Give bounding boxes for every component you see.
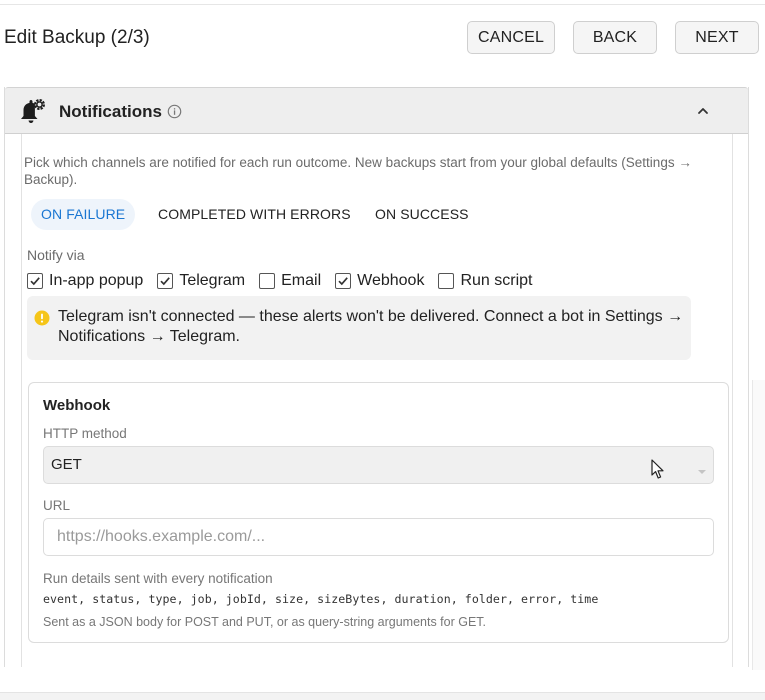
channel-label: In-app popup xyxy=(49,272,144,289)
notifications-panel-header[interactable]: Notifications xyxy=(5,87,748,134)
checkbox-checked-icon[interactable] xyxy=(27,273,43,289)
channel-in-app-popup[interactable]: In-app popup xyxy=(27,272,143,290)
checkbox-unchecked-icon[interactable] xyxy=(259,273,276,289)
body-format-note: Sent as a JSON body for POST and PUT, or… xyxy=(43,615,487,629)
cancel-button[interactable]: CANCEL xyxy=(467,21,555,54)
page-title: Edit Backup (2/3) xyxy=(4,27,150,48)
channel-label: Webhook xyxy=(357,272,425,289)
run-details-label: Run details sent with every notification xyxy=(43,571,273,586)
channel-run-script[interactable]: Run script xyxy=(438,272,532,290)
tab-on-success[interactable]: ON SUCCESS xyxy=(365,199,479,230)
warning-icon xyxy=(34,310,50,326)
telegram-warning: Telegram isn't connected — these alerts … xyxy=(27,296,691,360)
url-label: URL xyxy=(43,498,71,513)
checkbox-checked-icon[interactable] xyxy=(157,273,174,289)
scrollbar[interactable] xyxy=(752,380,765,670)
bell-gear-icon xyxy=(17,96,47,126)
channel-telegram[interactable]: Telegram xyxy=(157,272,245,290)
info-icon[interactable] xyxy=(167,104,182,119)
webhook-title: Webhook xyxy=(43,397,111,414)
panel-title: Notifications xyxy=(59,102,162,121)
tab-completed-with-errors[interactable]: COMPLETED WITH ERRORS xyxy=(148,199,361,230)
checkbox-checked-icon[interactable] xyxy=(335,273,352,289)
dropdown-arrow-icon xyxy=(697,462,707,474)
notifications-panel-body: Pick which channels are notified for eac… xyxy=(21,134,733,667)
channel-label: Email xyxy=(281,272,322,289)
http-method-label: HTTP method xyxy=(43,426,127,441)
channel-email[interactable]: Email xyxy=(259,272,321,290)
notify-via-label: Notify via xyxy=(27,247,85,263)
channel-checkboxes: In-app popup Telegram Email Webhook Run … xyxy=(27,271,546,291)
mouse-cursor-icon xyxy=(651,459,665,480)
webhook-card: Webhook HTTP method GET URL Run details … xyxy=(28,382,729,643)
bottom-divider xyxy=(0,692,765,700)
back-button[interactable]: BACK xyxy=(573,21,657,54)
checkbox-unchecked-icon[interactable] xyxy=(438,273,455,289)
top-divider xyxy=(0,4,765,5)
chevron-up-icon[interactable] xyxy=(695,103,711,119)
http-method-value: GET xyxy=(51,456,82,473)
channel-label: Telegram xyxy=(179,272,246,289)
http-method-select[interactable]: GET xyxy=(43,446,714,484)
channel-label: Run script xyxy=(460,272,533,289)
next-button[interactable]: NEXT xyxy=(675,21,759,54)
intro-text: Pick which channels are notified for eac… xyxy=(24,155,692,187)
tab-on-failure[interactable]: ON FAILURE xyxy=(31,199,136,230)
channel-webhook[interactable]: Webhook xyxy=(335,272,424,290)
notifications-panel: Notifications Pick which channels are no… xyxy=(4,87,749,667)
url-input[interactable] xyxy=(43,518,714,556)
warning-text: Telegram isn't connected — these alerts … xyxy=(58,308,684,345)
run-details-fields: event, status, type, job, jobId, size, s… xyxy=(43,592,599,606)
